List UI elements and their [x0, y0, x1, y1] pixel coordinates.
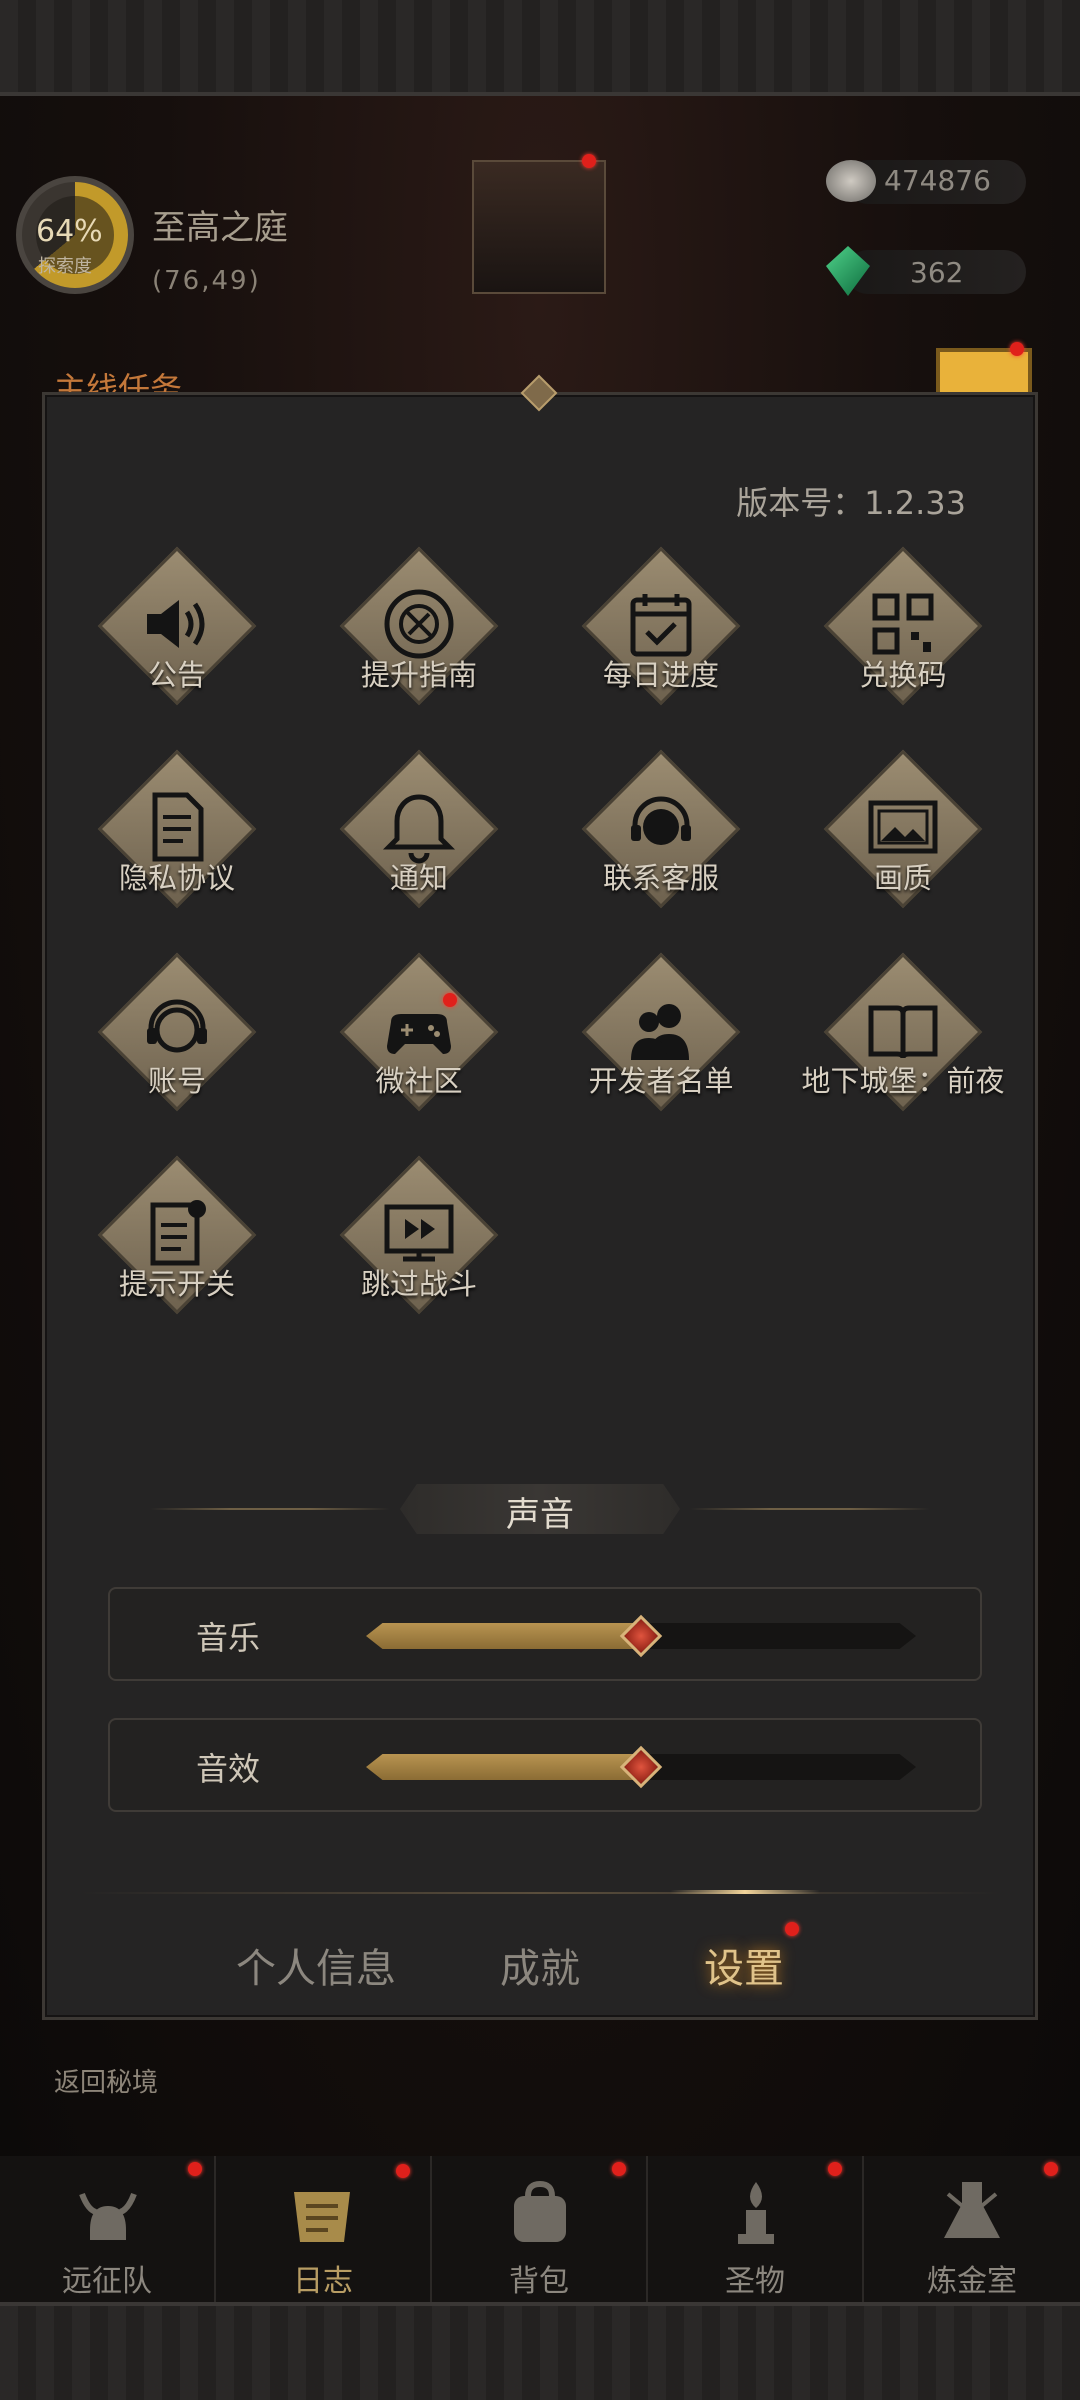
active-tab-indicator: [670, 1890, 820, 1894]
notification-button[interactable]: 通知: [319, 749, 519, 909]
music-slider-row: 音乐: [108, 1587, 982, 1681]
improvement-guide-label: 提升指南: [360, 658, 477, 692]
hero-portrait[interactable]: [472, 160, 606, 294]
nav-backpack[interactable]: 背包: [432, 2156, 648, 2302]
account-label: 账号: [147, 1064, 206, 1098]
community-label: 微社区: [375, 1064, 463, 1098]
hint-toggle-button[interactable]: 提示开关: [77, 1155, 277, 1315]
settings-tab-notification-dot: [785, 1922, 799, 1936]
skip-battle-button[interactable]: 跳过战斗: [319, 1155, 519, 1315]
customer-service-button[interactable]: 联系客服: [561, 749, 761, 909]
graphics-quality-button[interactable]: 画质: [803, 749, 1003, 909]
sfx-slider-fill: [366, 1754, 641, 1780]
sfx-slider-handle[interactable]: [619, 1745, 663, 1789]
sfx-slider-row: 音效: [108, 1718, 982, 1812]
community-button[interactable]: 微社区: [319, 952, 519, 1112]
section-divider-left: [150, 1508, 390, 1510]
account-button[interactable]: 账号: [77, 952, 277, 1112]
graphics-quality-label: 画质: [873, 861, 932, 895]
stone-icon: [826, 160, 876, 202]
daily-progress-label: 每日进度: [602, 658, 719, 692]
privacy-policy-label: 隐私协议: [118, 861, 235, 895]
top-frame: [0, 0, 1080, 96]
customer-service-label: 联系客服: [602, 861, 719, 895]
bottom-navigation: 远征队 日志 背包 圣物 炼金室: [0, 2156, 1080, 2302]
tab-settings[interactable]: 设置: [704, 1936, 784, 1994]
notification-label: 通知: [389, 861, 448, 895]
location-coordinates: (76,49): [152, 266, 261, 296]
music-slider-fill: [366, 1623, 641, 1649]
nav-expedition-label: 远征队: [62, 2264, 152, 2299]
hint-toggle-label: 提示开关: [118, 1267, 235, 1301]
privacy-policy-button[interactable]: 隐私协议: [77, 749, 277, 909]
journal-notification-dot: [396, 2164, 410, 2178]
daily-progress-button[interactable]: 每日进度: [561, 546, 761, 706]
nav-alchemy-label: 炼金室: [927, 2264, 1017, 2299]
developer-list-label: 开发者名单: [588, 1064, 734, 1098]
dungeon-castle-button[interactable]: 地下城堡：前夜: [801, 952, 1005, 1112]
viking-helmet-icon: [79, 2192, 137, 2240]
gift-notification-dot: [1010, 342, 1024, 356]
relic-icon: [738, 2182, 774, 2244]
nav-expedition[interactable]: 远征队: [0, 2156, 216, 2302]
tab-personal-info[interactable]: 个人信息: [236, 1936, 396, 1994]
announcement-button[interactable]: 公告: [77, 546, 277, 706]
version-label: 版本号：1.2.33: [736, 484, 966, 522]
music-slider-handle[interactable]: [619, 1614, 663, 1658]
developer-list-button[interactable]: 开发者名单: [561, 952, 761, 1112]
relics-notification-dot: [828, 2162, 842, 2176]
alchemy-notification-dot: [1044, 2162, 1058, 2176]
music-label: 音乐: [196, 1619, 261, 1657]
stone-count: 474876: [884, 164, 991, 197]
scroll-icon: [294, 2192, 350, 2242]
dungeon-castle-label: 地下城堡：前夜: [801, 1064, 1005, 1098]
return-to-realm-label[interactable]: 返回秘境: [54, 2062, 158, 2099]
community-notification-dot: [443, 993, 457, 1007]
redeem-code-button[interactable]: 兑换码: [803, 546, 1003, 706]
alchemy-icon: [944, 2182, 1000, 2238]
nav-relics-label: 圣物: [725, 2264, 785, 2299]
announcement-label: 公告: [147, 658, 206, 692]
section-divider-right: [690, 1508, 930, 1510]
nav-relics[interactable]: 圣物: [648, 2156, 864, 2302]
tabs-divider: [80, 1892, 1000, 1894]
backpack-notification-dot: [612, 2162, 626, 2176]
bottom-frame: [0, 2302, 1080, 2400]
nav-backpack-label: 背包: [509, 2264, 569, 2299]
skip-battle-label: 跳过战斗: [360, 1267, 477, 1301]
nav-journal[interactable]: 日志: [216, 2156, 432, 2302]
exploration-percent: 64%: [36, 214, 103, 249]
nav-journal-label: 日志: [293, 2264, 353, 2299]
improvement-guide-button[interactable]: 提升指南: [319, 546, 519, 706]
nav-alchemy[interactable]: 炼金室: [864, 2156, 1080, 2302]
sfx-label: 音效: [196, 1750, 261, 1788]
sound-section-title: 声音: [506, 1495, 574, 1535]
expedition-notification-dot: [188, 2162, 202, 2176]
gem-count: 362: [910, 256, 964, 289]
location-name: 至高之庭: [152, 208, 288, 248]
redeem-code-label: 兑换码: [859, 658, 947, 692]
tab-achievements[interactable]: 成就: [500, 1936, 580, 1994]
exploration-label: 探索度: [38, 256, 92, 277]
backpack-icon: [514, 2180, 566, 2242]
portrait-notification-dot: [582, 154, 596, 168]
